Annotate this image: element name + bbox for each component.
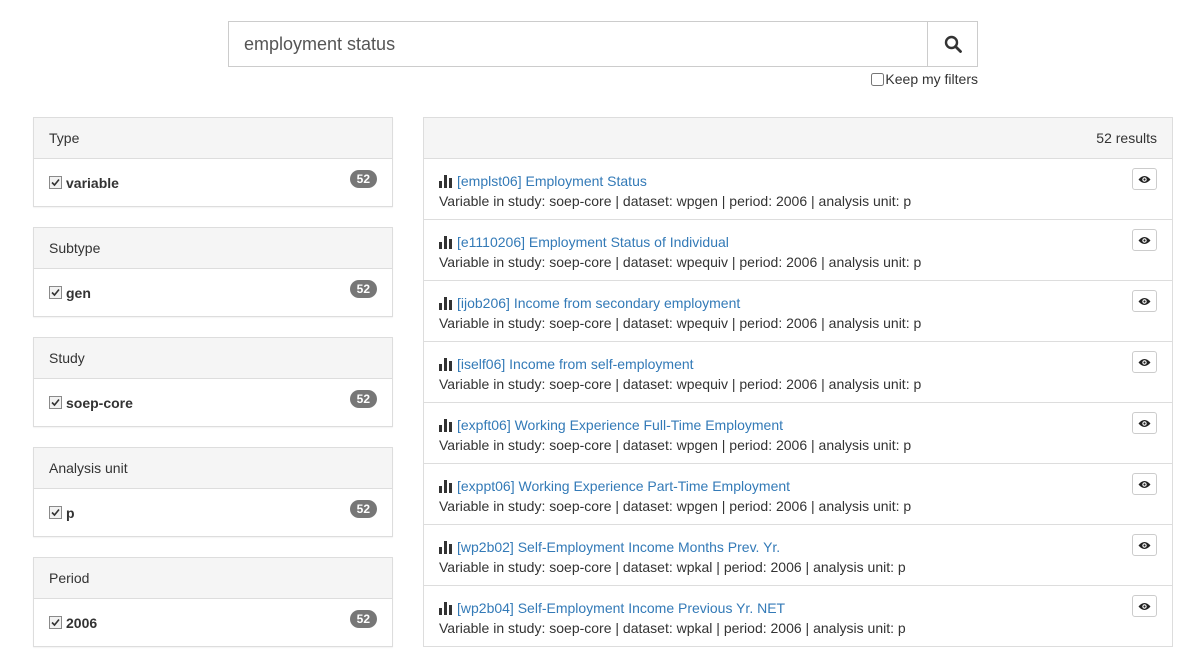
facet-option-label: soep-core bbox=[66, 394, 133, 411]
facet-option[interactable]: soep-core 52 bbox=[34, 379, 392, 426]
result-title-link[interactable]: [iself06] Income from self-employment bbox=[457, 356, 694, 372]
bar-chart-icon bbox=[439, 602, 452, 615]
facet-option-label: p bbox=[66, 504, 75, 521]
count-badge: 52 bbox=[349, 500, 377, 518]
bar-chart-icon bbox=[439, 358, 452, 371]
result-title-link[interactable]: [exppt06] Working Experience Part-Time E… bbox=[457, 478, 790, 494]
bar-chart-icon bbox=[439, 541, 452, 554]
search-button[interactable] bbox=[927, 21, 978, 67]
facet-option[interactable]: p 52 bbox=[34, 489, 392, 536]
result-description: Variable in study: soep-core | dataset: … bbox=[439, 559, 906, 575]
preview-button[interactable] bbox=[1132, 473, 1157, 495]
result-description: Variable in study: soep-core | dataset: … bbox=[439, 193, 912, 209]
facet-analysis-unit: Analysis unit p 52 bbox=[33, 447, 393, 537]
keep-filters-label: Keep my filters bbox=[885, 71, 978, 87]
eye-icon bbox=[1138, 358, 1151, 366]
result-description: Variable in study: soep-core | dataset: … bbox=[439, 254, 922, 270]
count-badge: 52 bbox=[349, 610, 377, 628]
result-title-link[interactable]: [wp2b02] Self-Employment Income Months P… bbox=[457, 539, 780, 555]
result-item: [wp2b02] Self-Employment Income Months P… bbox=[424, 525, 1172, 586]
facet-option[interactable]: variable 52 bbox=[34, 159, 392, 206]
result-item: [expft06] Working Experience Full-Time E… bbox=[424, 403, 1172, 464]
checkbox-checked-icon[interactable] bbox=[49, 176, 62, 189]
eye-icon bbox=[1138, 236, 1151, 244]
facet-study: Study soep-core 52 bbox=[33, 337, 393, 427]
preview-button[interactable] bbox=[1132, 351, 1157, 373]
bar-chart-icon bbox=[439, 419, 452, 432]
facet-heading: Subtype bbox=[34, 228, 392, 269]
result-title-link[interactable]: [e1110206] Employment Status of Individu… bbox=[457, 234, 729, 250]
preview-button[interactable] bbox=[1132, 229, 1157, 251]
results-panel: 52 results [emplst06] Employment Status … bbox=[423, 117, 1173, 647]
result-item: [emplst06] Employment Status Variable in… bbox=[424, 159, 1172, 220]
count-badge: 52 bbox=[349, 390, 377, 408]
bar-chart-icon bbox=[439, 297, 452, 310]
facet-period: Period 2006 52 bbox=[33, 557, 393, 647]
facet-subtype: Subtype gen 52 bbox=[33, 227, 393, 317]
count-badge: 52 bbox=[349, 170, 377, 188]
checkbox-checked-icon[interactable] bbox=[49, 616, 62, 629]
facet-type: Type variable 52 bbox=[33, 117, 393, 207]
result-item: [e1110206] Employment Status of Individu… bbox=[424, 220, 1172, 281]
eye-icon bbox=[1138, 480, 1151, 488]
result-item: [iself06] Income from self-employment Va… bbox=[424, 342, 1172, 403]
facet-option[interactable]: 2006 52 bbox=[34, 599, 392, 646]
eye-icon bbox=[1138, 419, 1151, 427]
facet-heading: Analysis unit bbox=[34, 448, 392, 489]
facet-option-label: gen bbox=[66, 284, 91, 301]
checkbox-checked-icon[interactable] bbox=[49, 396, 62, 409]
result-description: Variable in study: soep-core | dataset: … bbox=[439, 620, 906, 636]
bar-chart-icon bbox=[439, 480, 452, 493]
eye-icon bbox=[1138, 541, 1151, 549]
keep-filters-option: Keep my filters bbox=[871, 71, 978, 87]
result-item: [ijob206] Income from secondary employme… bbox=[424, 281, 1172, 342]
checkbox-checked-icon[interactable] bbox=[49, 506, 62, 519]
result-title-link[interactable]: [wp2b04] Self-Employment Income Previous… bbox=[457, 600, 785, 616]
result-item: [wp2b04] Self-Employment Income Previous… bbox=[424, 586, 1172, 647]
facet-heading: Study bbox=[34, 338, 392, 379]
preview-button[interactable] bbox=[1132, 412, 1157, 434]
count-badge: 52 bbox=[349, 280, 377, 298]
checkbox-checked-icon[interactable] bbox=[49, 286, 62, 299]
preview-button[interactable] bbox=[1132, 595, 1157, 617]
result-description: Variable in study: soep-core | dataset: … bbox=[439, 315, 922, 331]
facet-sidebar: Type variable 52 Subtype gen 52 Study so… bbox=[33, 117, 393, 655]
preview-button[interactable] bbox=[1132, 168, 1157, 190]
eye-icon bbox=[1138, 297, 1151, 305]
results-heading: 52 results bbox=[424, 118, 1172, 159]
facet-option-label: variable bbox=[66, 174, 119, 191]
result-description: Variable in study: soep-core | dataset: … bbox=[439, 437, 912, 453]
result-title-link[interactable]: [emplst06] Employment Status bbox=[457, 173, 647, 189]
facet-option[interactable]: gen 52 bbox=[34, 269, 392, 316]
preview-button[interactable] bbox=[1132, 290, 1157, 312]
facet-heading: Type bbox=[34, 118, 392, 159]
search-bar bbox=[228, 21, 978, 67]
results-count: 52 results bbox=[1096, 130, 1157, 146]
result-title-link[interactable]: [ijob206] Income from secondary employme… bbox=[457, 295, 740, 311]
keep-filters-checkbox[interactable] bbox=[871, 72, 885, 86]
bar-chart-icon bbox=[439, 236, 452, 249]
preview-button[interactable] bbox=[1132, 534, 1157, 556]
eye-icon bbox=[1138, 175, 1151, 183]
result-description: Variable in study: soep-core | dataset: … bbox=[439, 376, 922, 392]
result-item: [exppt06] Working Experience Part-Time E… bbox=[424, 464, 1172, 525]
search-icon bbox=[944, 35, 962, 53]
result-description: Variable in study: soep-core | dataset: … bbox=[439, 498, 912, 514]
bar-chart-icon bbox=[439, 175, 452, 188]
facet-heading: Period bbox=[34, 558, 392, 599]
eye-icon bbox=[1138, 602, 1151, 610]
facet-option-label: 2006 bbox=[66, 614, 98, 631]
result-title-link[interactable]: [expft06] Working Experience Full-Time E… bbox=[457, 417, 783, 433]
search-input[interactable] bbox=[228, 21, 927, 67]
